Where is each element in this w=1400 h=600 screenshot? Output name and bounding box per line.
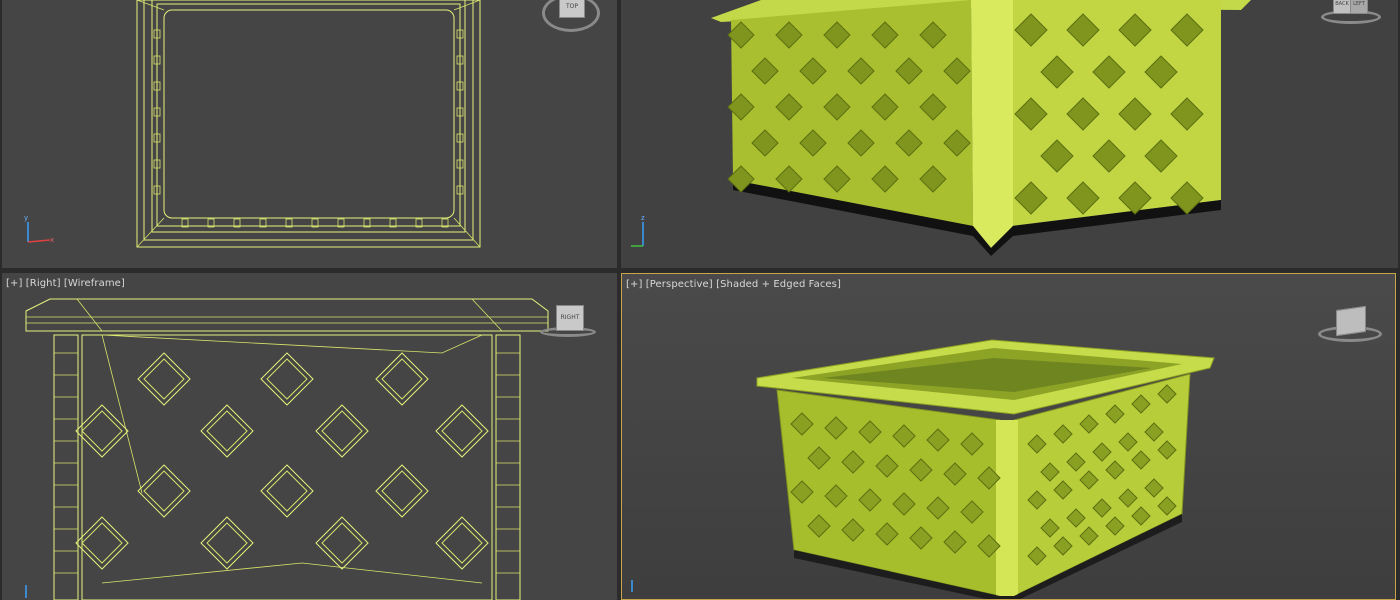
viewport-left[interactable]: z BACK LEFT — [621, 0, 1398, 268]
perspective-view-shaded — [631, 339, 1215, 599]
viewcube-left[interactable]: BACK LEFT — [1321, 0, 1381, 28]
viewport-perspective[interactable]: [+] [Perspective] [Shaded + Edged Faces] — [621, 273, 1396, 600]
lattice-hole-inner — [206, 410, 248, 452]
lattice-hole — [137, 352, 191, 406]
lattice-hole-inner — [143, 470, 185, 512]
lattice-hole — [435, 516, 489, 570]
axis-z-label: z — [641, 214, 645, 222]
lattice-hole-inner — [321, 522, 363, 564]
lattice-hole-inner — [81, 522, 123, 564]
lattice-hole-inner — [321, 410, 363, 452]
viewcube-face-right[interactable]: RIGHT — [556, 305, 584, 331]
lattice-hole — [315, 404, 369, 458]
viewcube-face-top[interactable]: TOP — [559, 0, 585, 18]
lattice-hole-inner — [81, 410, 123, 452]
viewport-top[interactable]: y x TOP — [2, 0, 617, 268]
viewport-right[interactable]: [+] [Right] [Wireframe] RIGHT — [2, 273, 617, 600]
axis-x-label: x — [50, 236, 55, 244]
lattice-hole — [137, 464, 191, 518]
lattice-hole — [375, 352, 429, 406]
lattice-hole — [375, 464, 429, 518]
viewcube-perspective[interactable] — [1318, 304, 1382, 348]
lattice-hole-inner — [381, 470, 423, 512]
lattice-hole — [260, 464, 314, 518]
right-view-wireframe — [25, 298, 549, 600]
lattice-hole — [75, 516, 129, 570]
left-view-shaded — [631, 0, 1251, 256]
lattice-hole — [435, 404, 489, 458]
top-view-wireframe — [27, 0, 481, 248]
lattice-hole — [75, 404, 129, 458]
axis-y-label: y — [24, 214, 29, 222]
lattice-hole — [200, 404, 254, 458]
viewcube-top[interactable]: TOP — [542, 0, 600, 34]
lattice-hole-inner — [381, 358, 423, 400]
lattice-hole-inner — [441, 522, 483, 564]
lattice-hole-inner — [266, 470, 308, 512]
viewcube-right[interactable]: RIGHT — [540, 305, 596, 341]
viewcube-face-left[interactable]: LEFT — [1350, 0, 1368, 14]
lattice-hole-inner — [441, 410, 483, 452]
lattice-hole — [260, 352, 314, 406]
lattice-hole — [200, 516, 254, 570]
lattice-hole-inner — [206, 522, 248, 564]
lattice-hole-inner — [143, 358, 185, 400]
viewcube-face-back[interactable]: BACK — [1333, 0, 1351, 14]
lattice-hole — [315, 516, 369, 570]
lattice-hole-inner — [266, 358, 308, 400]
